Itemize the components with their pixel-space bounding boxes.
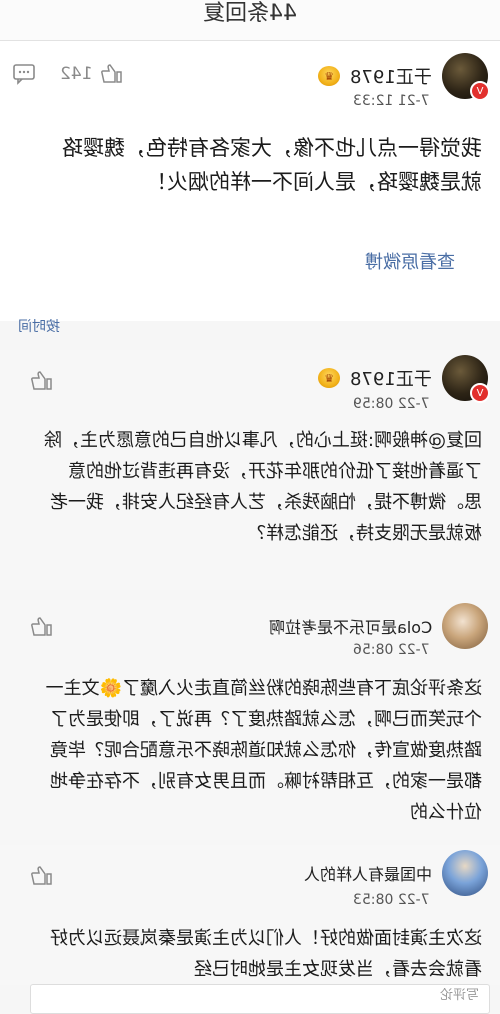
comment-content: 我觉得一点儿也不像，大家各有特色，魏璎珞就是魏璎珞，是人间不一样的烟火！ bbox=[62, 136, 482, 194]
thumbs-up-icon[interactable] bbox=[30, 865, 54, 887]
username[interactable]: Cola是可乐不是考拉啊 bbox=[269, 614, 432, 638]
reply-card: ♛ 于正1978 V 7-22 08:59 回复@神般啊:挺上心的，凡事以他自己… bbox=[0, 350, 500, 590]
avatar[interactable] bbox=[442, 850, 488, 896]
username[interactable]: 中国最有人样的人 bbox=[304, 861, 432, 885]
avatar[interactable]: V bbox=[442, 53, 490, 101]
reply-time: 7-22 08:59 bbox=[353, 396, 430, 412]
main-comment-card: 142 ♛ 于正1978 V 7-21 12:33 我觉得一点儿也不像，大家各有… bbox=[0, 41, 500, 335]
avatar[interactable] bbox=[442, 603, 488, 649]
comment-time: 7-21 12:33 bbox=[353, 93, 430, 109]
crown-icon: ♛ bbox=[318, 66, 341, 86]
reply-card: 中国最有人样的人 7-22 08:53 这次主演封面做的好！人们以为主演是秦岚聂… bbox=[0, 845, 500, 985]
thumbs-up-icon[interactable] bbox=[100, 63, 124, 85]
top-bar: 44条回复 bbox=[0, 0, 500, 41]
reply-author[interactable]: ♛ 于正1978 V bbox=[318, 355, 490, 403]
thumbs-up-icon[interactable] bbox=[30, 370, 54, 392]
view-original-link[interactable]: 查看原微博 bbox=[365, 248, 455, 274]
like-count: 142 bbox=[60, 64, 93, 84]
reply-time: 7-22 08:56 bbox=[353, 642, 430, 658]
reply-time: 7-22 08:53 bbox=[353, 892, 430, 908]
reply-author[interactable]: 中国最有人样的人 bbox=[304, 850, 488, 896]
comment-input[interactable]: 写评论 bbox=[30, 984, 490, 1014]
reply-content: 回复@神般啊:挺上心的，凡事以他自己的意愿为主，除了逼着他接了低价的那年花开，没… bbox=[43, 430, 482, 544]
crown-icon: ♛ bbox=[318, 368, 341, 388]
sort-by-time[interactable]: 按时间 bbox=[18, 316, 60, 336]
reply-content: 这次主演封面做的好！人们以为主演是秦岚聂远以为好看就会去看，当发现女主是她时已经 bbox=[50, 928, 482, 980]
reply-content: 这条评论底下有些陈晓的粉丝简直走火入魔了🌼文主一个玩笑而已啊，怎么就踏热度了？再… bbox=[45, 678, 482, 823]
username[interactable]: 于正1978 bbox=[350, 365, 432, 391]
verified-icon: V bbox=[470, 383, 490, 403]
username[interactable]: 于正1978 bbox=[350, 63, 432, 89]
verified-icon: V bbox=[470, 81, 490, 101]
avatar[interactable]: V bbox=[442, 355, 490, 403]
thumbs-up-icon[interactable] bbox=[30, 616, 54, 638]
comment-actions: 142 bbox=[12, 63, 124, 85]
comment-icon[interactable] bbox=[12, 63, 36, 85]
reply-card: Cola是可乐不是考拉啊 7-22 08:56 这条评论底下有些陈晓的粉丝简直走… bbox=[0, 600, 500, 840]
page-title: 44条回复 bbox=[203, 1, 297, 26]
